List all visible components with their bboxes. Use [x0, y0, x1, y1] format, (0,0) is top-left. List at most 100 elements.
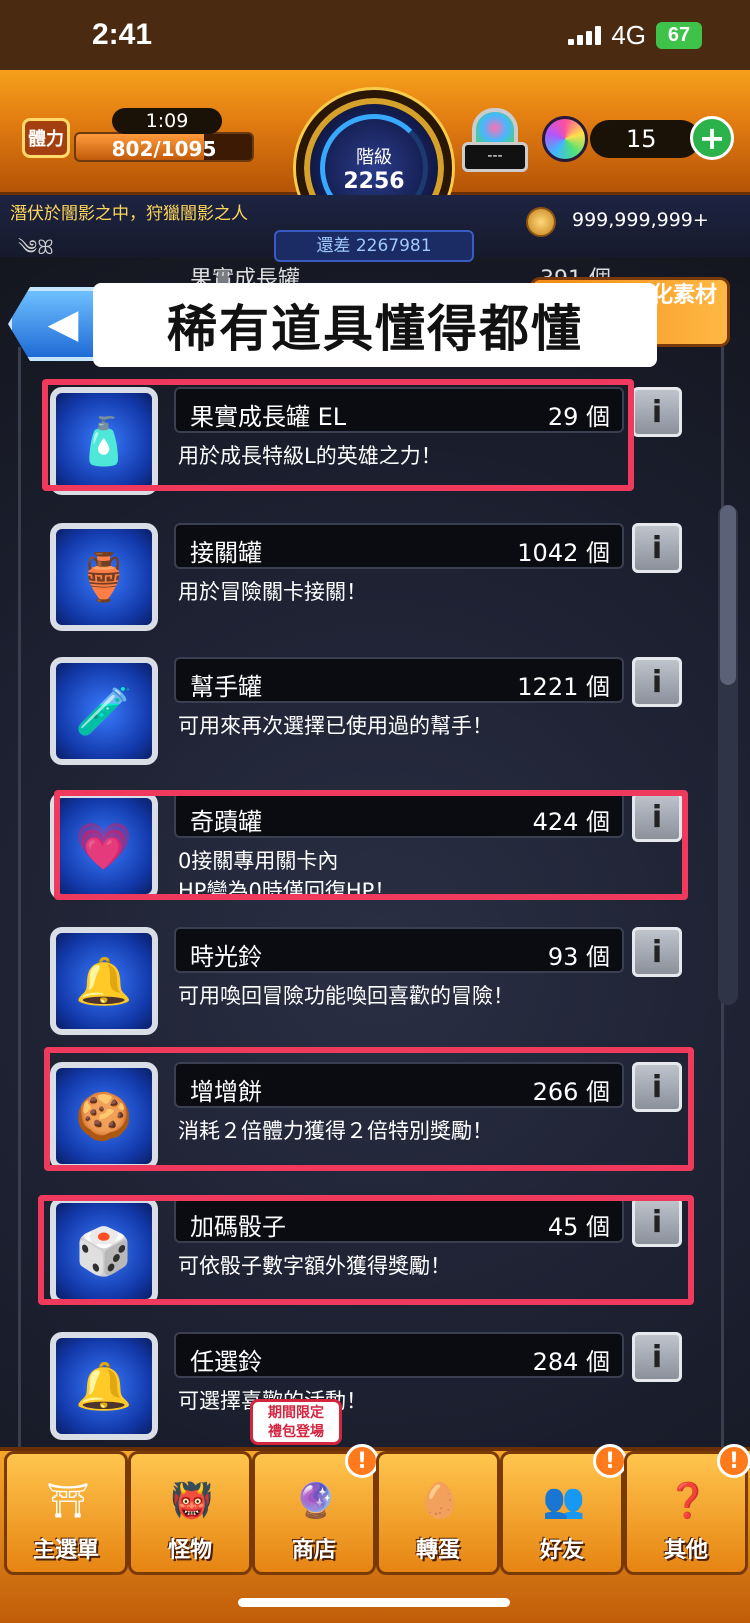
- game-header: 體力 802/1095 1:09 階級 2256 --- 15 +: [0, 70, 750, 246]
- nav-label: 怪物: [167, 1538, 212, 1563]
- item-count: 45 個: [547, 1213, 610, 1241]
- item-name-bar: 奇蹟罐 424 個: [174, 792, 624, 838]
- item-row[interactable]: 🧴 果實成長罐 EL 29 個 用於成長特級L的英雄之力！ ⅰ: [50, 387, 690, 497]
- item-row[interactable]: 🔔 時光鈴 93 個 可用喚回冒險功能喚回喜歡的冒險！ ⅰ: [50, 927, 690, 1037]
- orb-count: 15: [590, 120, 700, 158]
- nav-tab[interactable]: 👥 好友 !: [500, 1444, 627, 1575]
- nav-label: 轉蛋: [415, 1538, 460, 1563]
- nav-tab[interactable]: 🔮 商店 !: [252, 1444, 379, 1575]
- item-description: 用於冒險關卡接關！: [178, 580, 367, 604]
- item-count: 266 個: [532, 1078, 610, 1106]
- item-name: 時光鈴: [190, 943, 262, 971]
- item-info-button[interactable]: ⅰ: [632, 927, 682, 977]
- scroll-thumb[interactable]: [720, 505, 736, 685]
- item-description: 可用喚回冒險功能喚回喜歡的冒險！: [178, 984, 514, 1008]
- info-icon: ⅰ: [651, 1069, 663, 1105]
- item-name: 果實成長罐 EL: [190, 403, 347, 431]
- item-row[interactable]: 💗 奇蹟罐 424 個 0接關專用關卡內 HP變為0時僅回復HP！ ⅰ: [50, 792, 690, 903]
- alert-badge-icon: !: [593, 1444, 627, 1478]
- item-row[interactable]: 🧪 幫手罐 1221 個 可用來再次選擇已使用過的幫手！ ⅰ: [50, 657, 690, 767]
- item-info-button[interactable]: ⅰ: [632, 523, 682, 573]
- nav-tab[interactable]: ⛩ 主選單: [4, 1451, 128, 1575]
- info-icon: ⅰ: [651, 1204, 663, 1240]
- info-icon: ⅰ: [651, 394, 663, 430]
- nav-label: 其他: [663, 1538, 708, 1563]
- item-count: 93 個: [547, 943, 610, 971]
- item-count: 1221 個: [517, 673, 610, 701]
- nav-tab[interactable]: 🥚 轉蛋: [376, 1451, 500, 1575]
- item-icon-frame[interactable]: 💗: [50, 792, 158, 900]
- friends-icon: 👥: [542, 1481, 586, 1521]
- orb-lock-icon[interactable]: ---: [462, 108, 528, 176]
- home-gate-icon: ⛩: [46, 1481, 90, 1521]
- item-info-button[interactable]: ⅰ: [632, 1197, 682, 1247]
- item-count: 29 個: [547, 403, 610, 431]
- item-row[interactable]: 🎲 加碼骰子 45 個 可依骰子數字額外獲得獎勵！ ⅰ: [50, 1197, 690, 1307]
- miracle-heart-jar-icon: 💗: [56, 798, 152, 894]
- rank-label: 階級: [356, 146, 392, 168]
- rank-value: 2256: [343, 168, 405, 194]
- item-count: 424 個: [532, 808, 610, 836]
- item-description: 0接關專用關卡內 HP變為0時僅回復HP！: [178, 849, 396, 903]
- network-type: 4G: [611, 19, 646, 50]
- item-description: 可用來再次選擇已使用過的幫手！: [178, 714, 493, 738]
- helper-jar-icon: 🧪: [56, 663, 152, 759]
- item-name: 奇蹟罐: [190, 808, 262, 836]
- item-icon-frame[interactable]: 🎲: [50, 1197, 158, 1305]
- item-list-area[interactable]: 果實成長罐 391 個 ◀ 進化素材 稀有道具懂得都懂 🧴 果實成長罐 EL 2…: [0, 257, 750, 1447]
- back-arrow-icon: ◀: [47, 301, 79, 347]
- add-orbs-button[interactable]: +: [690, 116, 734, 160]
- gacha-egg-icon: 🥚: [418, 1481, 462, 1521]
- item-icon-frame[interactable]: 🧴: [50, 387, 158, 495]
- item-name: 幫手罐: [190, 673, 262, 701]
- item-info-button[interactable]: ⅰ: [632, 1332, 682, 1382]
- info-icon: ⅰ: [651, 1339, 663, 1375]
- nav-tab[interactable]: ❓ 其他 !: [624, 1444, 750, 1575]
- item-name: 任選鈴: [190, 1348, 262, 1376]
- stamina-value: 802/1095: [111, 137, 217, 161]
- player-title: 潛伏於闇影之中，狩獵闇影之人: [10, 204, 248, 224]
- item-info-button[interactable]: ⅰ: [632, 1062, 682, 1112]
- item-icon-frame[interactable]: 🔔: [50, 1332, 158, 1440]
- info-icon: ⅰ: [651, 799, 663, 835]
- nav-label: 商店: [291, 1538, 336, 1563]
- overlay-caption: 稀有道具懂得都懂: [93, 283, 657, 367]
- coin-value: 999,999,999+: [572, 209, 709, 231]
- item-icon-frame[interactable]: 🍪: [50, 1062, 158, 1170]
- item-description: 用於成長特級L的英雄之力！: [178, 444, 442, 468]
- gold-coin-icon: [526, 207, 556, 237]
- continue-jar-icon: 🏺: [56, 529, 152, 625]
- exp-remaining: 還差 2267981: [274, 230, 474, 262]
- signal-icon: [568, 25, 602, 45]
- info-icon: ⅰ: [651, 664, 663, 700]
- bottom-nav: ⛩ 主選單 👹 怪物 🔮 商店 ! 🥚 轉蛋 👥 好友 ! ❓ 其他 ! 期間限…: [0, 1399, 750, 1623]
- info-icon: ⅰ: [651, 934, 663, 970]
- stamina-timer: 1:09: [112, 108, 222, 134]
- item-count: 284 個: [532, 1348, 610, 1376]
- alert-badge-icon: !: [717, 1444, 750, 1478]
- item-row[interactable]: 🔔 任選鈴 284 個 可選擇喜歡的活動！ ⅰ: [50, 1332, 690, 1442]
- item-name-bar: 時光鈴 93 個: [174, 927, 624, 973]
- info-icon: ⅰ: [651, 530, 663, 566]
- nav-tab[interactable]: 👹 怪物: [128, 1451, 252, 1575]
- item-row[interactable]: 🏺 接關罐 1042 個 用於冒險關卡接關！ ⅰ: [50, 523, 690, 633]
- item-info-button[interactable]: ⅰ: [632, 792, 682, 842]
- item-row[interactable]: 🍪 增增餅 266 個 消耗２倍體力獲得２倍特別獎勵！ ⅰ: [50, 1062, 690, 1172]
- x2-cookie-icon: 🍪: [56, 1068, 152, 1164]
- lock-text: ---: [462, 142, 528, 172]
- item-name-bar: 接關罐 1042 個: [174, 523, 624, 569]
- shop-promo-tag[interactable]: 期間限定 禮包登場: [250, 1399, 342, 1445]
- item-name: 接關罐: [190, 539, 262, 567]
- potion-bottle-icon: 🧴: [56, 393, 152, 489]
- item-icon-frame[interactable]: 🏺: [50, 523, 158, 631]
- item-icon-frame[interactable]: 🔔: [50, 927, 158, 1035]
- stamina-icon: 體力: [22, 118, 70, 158]
- list-scrollbar[interactable]: [718, 505, 738, 1005]
- status-indicators: 4G 67: [568, 20, 702, 51]
- item-info-button[interactable]: ⅰ: [632, 657, 682, 707]
- item-icon-frame[interactable]: 🧪: [50, 657, 158, 765]
- item-name-bar: 果實成長罐 EL 29 個: [174, 387, 624, 433]
- alert-badge-icon: !: [345, 1444, 379, 1478]
- item-info-button[interactable]: ⅰ: [632, 387, 682, 437]
- home-indicator[interactable]: [238, 1598, 510, 1607]
